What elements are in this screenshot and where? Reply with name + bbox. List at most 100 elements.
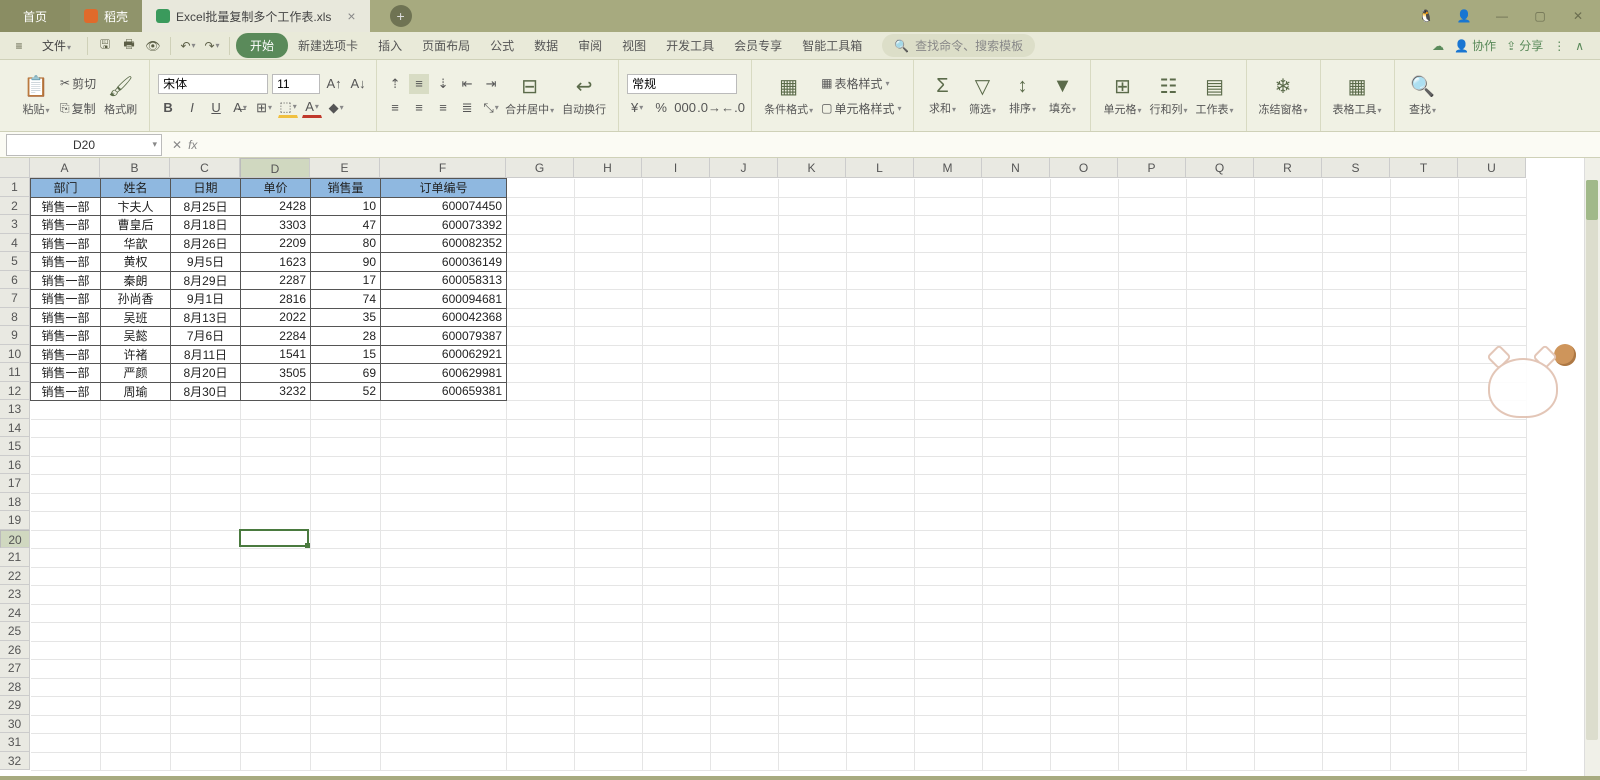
cell-O17[interactable] [1051, 475, 1119, 494]
cell-H27[interactable] [575, 660, 643, 679]
cell-L21[interactable] [847, 549, 915, 568]
cell-B1[interactable]: 姓名 [101, 179, 171, 198]
cell-B26[interactable] [101, 641, 171, 660]
row-header-24[interactable]: 24 [0, 604, 30, 623]
cell-Q12[interactable] [1187, 382, 1255, 401]
cell-E4[interactable]: 80 [311, 234, 381, 253]
cell-R29[interactable] [1255, 697, 1323, 716]
cell-I20[interactable] [643, 530, 711, 549]
menu-tab-3[interactable]: 页面布局 [412, 33, 480, 58]
cell-N3[interactable] [983, 216, 1051, 235]
cell-T13[interactable] [1391, 401, 1459, 420]
cell-G21[interactable] [507, 549, 575, 568]
cell-P24[interactable] [1119, 604, 1187, 623]
cell-P7[interactable] [1119, 290, 1187, 309]
cell-N19[interactable] [983, 512, 1051, 531]
cell-J9[interactable] [711, 327, 779, 346]
cell-A23[interactable] [31, 586, 101, 605]
cell-G28[interactable] [507, 678, 575, 697]
row-header-10[interactable]: 10 [0, 345, 30, 364]
cell-O23[interactable] [1051, 586, 1119, 605]
cell-G19[interactable] [507, 512, 575, 531]
cell-T23[interactable] [1391, 586, 1459, 605]
filter-button[interactable]: ▽筛选 [962, 74, 1002, 117]
cell-J12[interactable] [711, 382, 779, 401]
cell-M8[interactable] [915, 308, 983, 327]
cell-H3[interactable] [575, 216, 643, 235]
cell-E13[interactable] [311, 401, 381, 420]
cell-U24[interactable] [1459, 604, 1527, 623]
cell-R1[interactable] [1255, 179, 1323, 198]
cell-G18[interactable] [507, 493, 575, 512]
cell-R5[interactable] [1255, 253, 1323, 272]
cell-T5[interactable] [1391, 253, 1459, 272]
cell-L27[interactable] [847, 660, 915, 679]
cell-T10[interactable] [1391, 345, 1459, 364]
cell-P16[interactable] [1119, 456, 1187, 475]
cell-L9[interactable] [847, 327, 915, 346]
cell-C12[interactable]: 8月30日 [171, 382, 241, 401]
cell-A26[interactable] [31, 641, 101, 660]
cell-E16[interactable] [311, 456, 381, 475]
cell-H1[interactable] [575, 179, 643, 198]
cell-I10[interactable] [643, 345, 711, 364]
select-all-corner[interactable] [0, 158, 30, 178]
cell-N30[interactable] [983, 715, 1051, 734]
cell-U5[interactable] [1459, 253, 1527, 272]
cell-N32[interactable] [983, 752, 1051, 771]
row-headers[interactable]: 1234567891011121314151617181920212223242… [0, 178, 30, 770]
cell-G12[interactable] [507, 382, 575, 401]
cell-I25[interactable] [643, 623, 711, 642]
cell-C5[interactable]: 9月5日 [171, 253, 241, 272]
cell-Q30[interactable] [1187, 715, 1255, 734]
cell-B23[interactable] [101, 586, 171, 605]
cell-E24[interactable] [311, 604, 381, 623]
cell-G25[interactable] [507, 623, 575, 642]
cell-A16[interactable] [31, 456, 101, 475]
cell-T26[interactable] [1391, 641, 1459, 660]
cell-J11[interactable] [711, 364, 779, 383]
cell-M4[interactable] [915, 234, 983, 253]
cell-I6[interactable] [643, 271, 711, 290]
cell-K20[interactable] [779, 530, 847, 549]
cell-Q20[interactable] [1187, 530, 1255, 549]
cell-O29[interactable] [1051, 697, 1119, 716]
window-maximize[interactable]: ▢ [1526, 4, 1554, 28]
cell-L25[interactable] [847, 623, 915, 642]
cell-R15[interactable] [1255, 438, 1323, 457]
italic-button[interactable]: I [182, 98, 202, 118]
cell-L31[interactable] [847, 734, 915, 753]
cell-E32[interactable] [311, 752, 381, 771]
cell-B3[interactable]: 曹皇后 [101, 216, 171, 235]
cell-U13[interactable] [1459, 401, 1527, 420]
cell-Q1[interactable] [1187, 179, 1255, 198]
cell-F14[interactable] [381, 419, 507, 438]
cell-F20[interactable] [381, 530, 507, 549]
font-name-select[interactable] [158, 74, 268, 94]
justify[interactable]: ≣ [457, 98, 477, 118]
cell-E7[interactable]: 74 [311, 290, 381, 309]
cell-O18[interactable] [1051, 493, 1119, 512]
menu-tab-8[interactable]: 开发工具 [656, 33, 724, 58]
cell-E17[interactable] [311, 475, 381, 494]
cell-S27[interactable] [1323, 660, 1391, 679]
col-header-O[interactable]: O [1050, 158, 1118, 178]
cell-D31[interactable] [241, 734, 311, 753]
cell-A10[interactable]: 销售一部 [31, 345, 101, 364]
cell-M9[interactable] [915, 327, 983, 346]
cell-J8[interactable] [711, 308, 779, 327]
dec-decimal[interactable]: ←.0 [723, 98, 743, 118]
cell-J16[interactable] [711, 456, 779, 475]
cell-P9[interactable] [1119, 327, 1187, 346]
cell-D13[interactable] [241, 401, 311, 420]
cell-N20[interactable] [983, 530, 1051, 549]
cell-B18[interactable] [101, 493, 171, 512]
cell-G10[interactable] [507, 345, 575, 364]
cell-L12[interactable] [847, 382, 915, 401]
cell-J28[interactable] [711, 678, 779, 697]
inc-decimal[interactable]: .0→ [699, 98, 719, 118]
cell-L32[interactable] [847, 752, 915, 771]
cell-F15[interactable] [381, 438, 507, 457]
menu-tab-2[interactable]: 插入 [368, 33, 412, 58]
cell-U1[interactable] [1459, 179, 1527, 198]
